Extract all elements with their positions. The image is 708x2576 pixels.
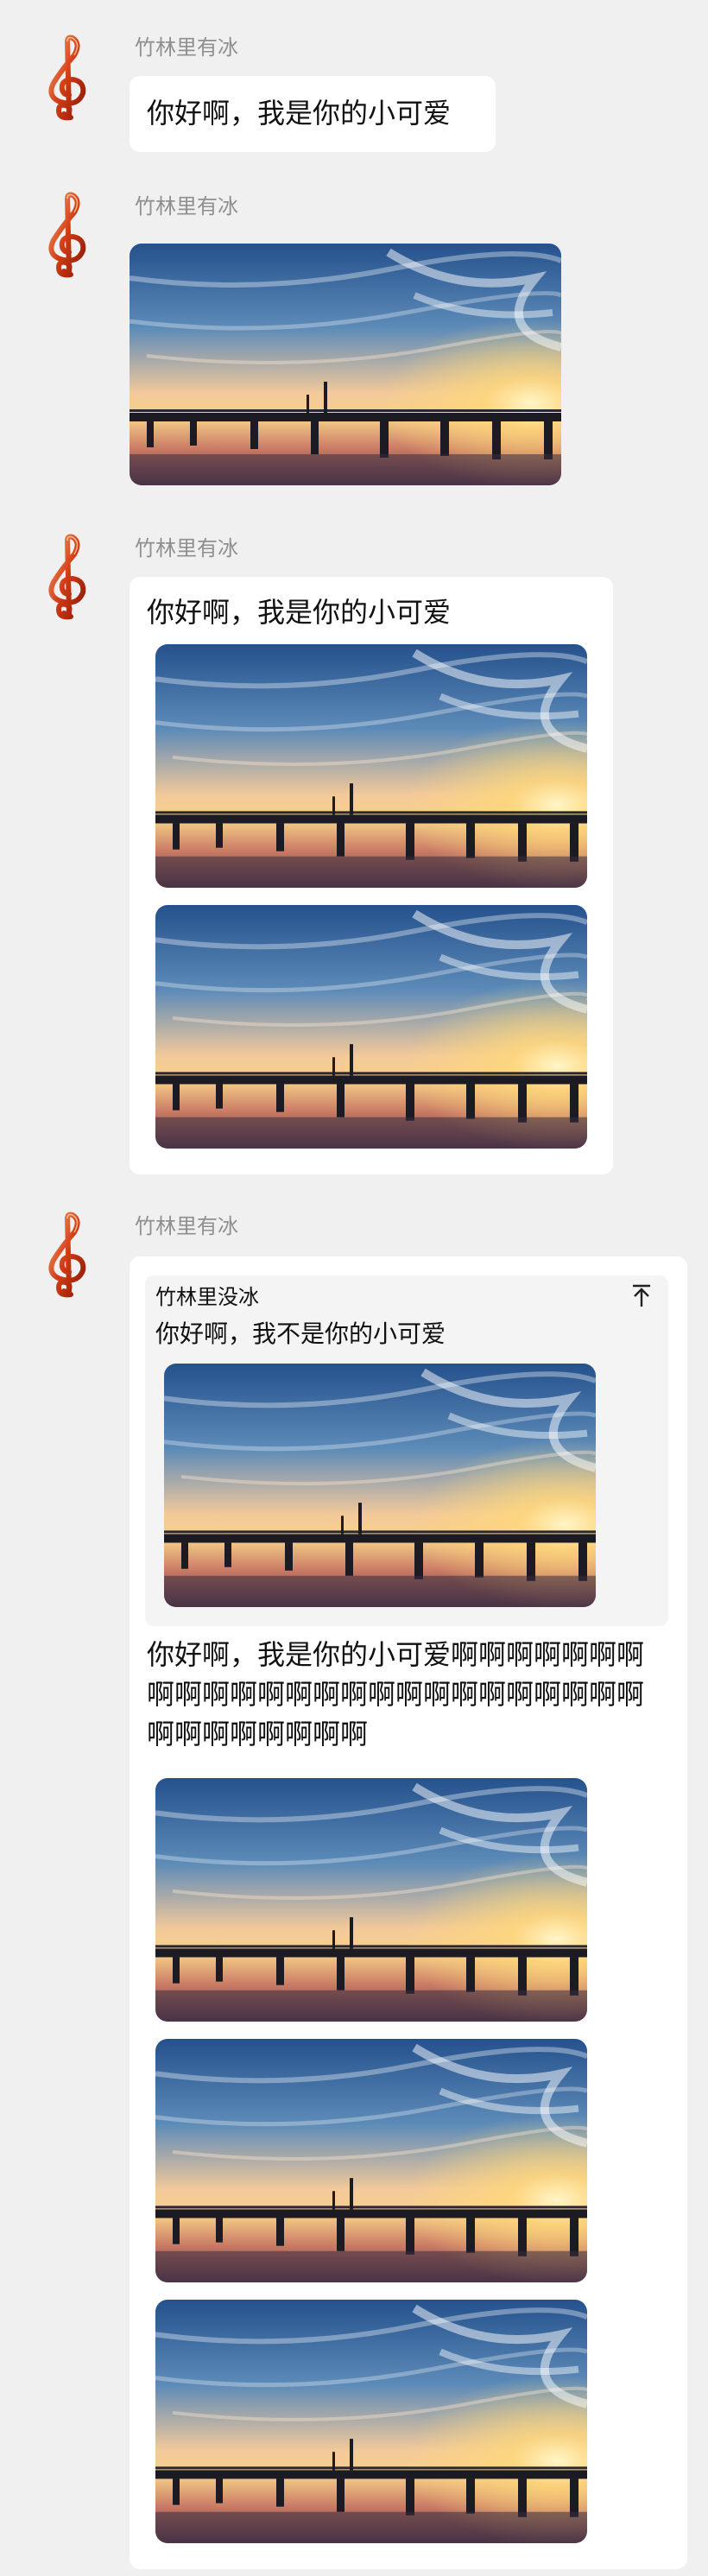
sunset-bridge-photo	[155, 2300, 587, 2543]
sender-name: 竹林里有冰	[135, 35, 238, 60]
image-1[interactable]	[155, 644, 587, 888]
sunset-bridge-photo	[155, 2039, 587, 2282]
message-4: 竹林里有冰 竹林里没冰 你好啊，我不是你的小可爱 你好啊，我是你的小可爱啊啊啊啊…	[0, 1212, 708, 2569]
image-1[interactable]	[155, 1778, 587, 2022]
sender-name: 竹林里有冰	[135, 536, 238, 560]
message-text: 你好啊，我是你的小可爱啊啊啊啊啊啊啊啊啊啊啊啊啊啊啊啊啊啊啊啊啊啊啊啊啊啊啊啊啊…	[147, 1638, 645, 1750]
treble-clef-icon	[41, 192, 95, 278]
quoted-sender: 竹林里没冰	[155, 1285, 259, 1309]
text-bubble[interactable]: 你好啊，我是你的小可爱	[130, 76, 496, 152]
quoted-message[interactable]: 竹林里没冰 你好啊，我不是你的小可爱	[145, 1275, 668, 1626]
sender-name: 竹林里有冰	[135, 1214, 238, 1238]
sunset-bridge-photo	[155, 905, 587, 1149]
avatar[interactable]	[41, 1212, 95, 1298]
image-2[interactable]	[155, 2039, 587, 2282]
message-text: 你好啊，我是你的小可爱	[147, 97, 452, 130]
treble-clef-icon	[41, 1212, 95, 1298]
message-1: 竹林里有冰 你好啊，我是你的小可爱	[0, 35, 708, 164]
sunset-bridge-photo	[155, 644, 587, 888]
pin-to-top-icon[interactable]	[630, 1282, 653, 1308]
sunset-bridge-photo	[155, 1778, 587, 2022]
message-3: 竹林里有冰 你好啊，我是你的小可爱	[0, 534, 708, 1174]
sender-name: 竹林里有冰	[135, 194, 238, 218]
sunset-bridge-photo	[164, 1364, 596, 1607]
message-text: 你好啊，我是你的小可爱	[147, 596, 452, 629]
image-3[interactable]	[155, 2300, 587, 2543]
treble-clef-icon	[41, 534, 95, 620]
treble-clef-icon	[41, 35, 95, 121]
rich-bubble[interactable]: 你好啊，我是你的小可爱	[130, 577, 613, 1174]
message-2: 竹林里有冰	[0, 192, 708, 494]
avatar[interactable]	[41, 192, 95, 278]
quoted-text: 你好啊，我不是你的小可爱	[155, 1320, 446, 1348]
image-2[interactable]	[155, 905, 587, 1149]
avatar[interactable]	[41, 35, 95, 121]
image-message[interactable]	[130, 244, 561, 485]
avatar[interactable]	[41, 534, 95, 620]
quoted-image[interactable]	[164, 1364, 596, 1607]
sunset-bridge-photo	[130, 244, 561, 485]
reply-bubble[interactable]: 竹林里没冰 你好啊，我不是你的小可爱 你好啊，我是你的小可爱啊啊啊啊啊啊啊啊啊啊…	[130, 1256, 687, 2569]
